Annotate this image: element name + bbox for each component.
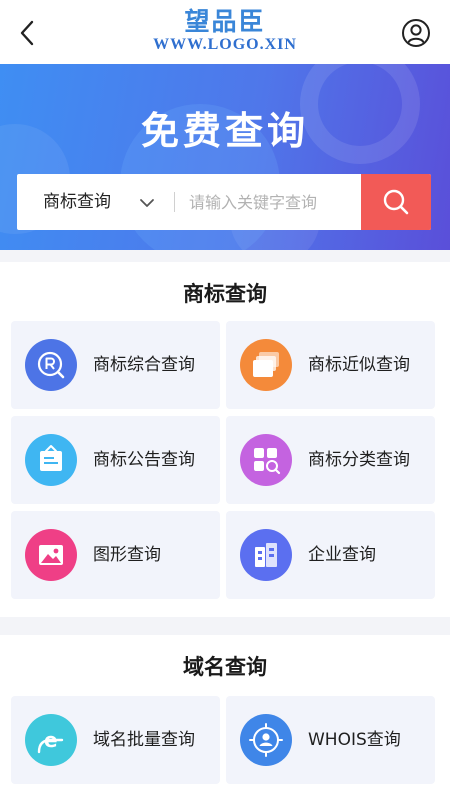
banner-title: 免费查询 <box>140 109 309 153</box>
section-title: 域名查询 <box>183 655 267 679</box>
search-input[interactable] <box>177 174 367 230</box>
card-image-search[interactable]: 图形查询 <box>11 511 220 599</box>
divider <box>174 192 175 212</box>
stacked-layers-icon <box>240 339 292 391</box>
logo-chinese-text: 望品臣 <box>184 7 266 36</box>
chevron-left-icon[interactable] <box>14 18 42 48</box>
trademark-section: 商标查询 商标综合查询 商标近似查询 商标公告查询 商标分类查询 图形查询 企业… <box>0 262 450 617</box>
registered-mark-search-icon <box>25 339 77 391</box>
card-label: 图形查询 <box>93 545 161 565</box>
chevron-down-icon[interactable] <box>139 195 155 209</box>
brand-logo: 望品臣 WWW.LOGO.XIN <box>130 8 320 56</box>
card-trademark-similar[interactable]: 商标近似查询 <box>226 321 435 409</box>
svg-text:e: e <box>44 728 58 752</box>
card-label: 域名批量查询 <box>93 730 195 750</box>
top-bar: 望品臣 WWW.LOGO.XIN <box>0 0 450 64</box>
card-trademark-category[interactable]: 商标分类查询 <box>226 416 435 504</box>
user-circle-icon[interactable] <box>401 18 431 48</box>
card-label: 商标综合查询 <box>93 355 195 375</box>
search-button[interactable] <box>361 174 431 230</box>
card-label: 商标分类查询 <box>308 450 410 470</box>
search-bar: 商标查询 <box>17 174 431 230</box>
card-label: 商标近似查询 <box>308 355 410 375</box>
image-icon <box>25 529 77 581</box>
domain-e-icon: e <box>25 714 77 766</box>
building-icon <box>240 529 292 581</box>
card-label: 商标公告查询 <box>93 450 195 470</box>
card-trademark-announcement[interactable]: 商标公告查询 <box>11 416 220 504</box>
domain-section: 域名查询 e 域名批量查询 WHOIS查询 <box>0 635 450 800</box>
section-title: 商标查询 <box>183 282 267 306</box>
card-enterprise-search[interactable]: 企业查询 <box>226 511 435 599</box>
card-whois[interactable]: WHOIS查询 <box>226 696 435 784</box>
category-grid-icon <box>240 434 292 486</box>
logo-url-text: WWW.LOGO.XIN <box>153 36 297 53</box>
card-label: 企业查询 <box>308 545 376 565</box>
card-trademark-comprehensive[interactable]: 商标综合查询 <box>11 321 220 409</box>
person-target-icon <box>240 714 292 766</box>
card-domain-batch[interactable]: e 域名批量查询 <box>11 696 220 784</box>
notice-board-icon <box>25 434 77 486</box>
search-icon <box>383 189 409 215</box>
hero-banner: 免费查询 商标查询 <box>0 64 450 250</box>
search-type-select[interactable]: 商标查询 <box>43 174 111 230</box>
card-label: WHOIS查询 <box>308 730 401 750</box>
